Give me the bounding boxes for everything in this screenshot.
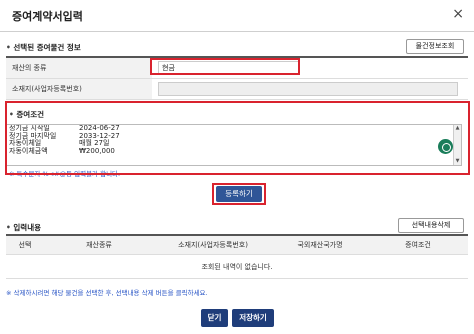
input-content-heading: 입력내용	[6, 222, 41, 233]
column-header: 선택	[18, 241, 32, 249]
input-content-table: 선택 재산종류 소재지(사업자등록번호) 국외재산국가명 증여조건 조회된 내역…	[6, 234, 468, 279]
conditions-highlight	[5, 101, 470, 175]
column-header: 재산종류	[86, 241, 112, 249]
save-button[interactable]: 저장하기	[232, 309, 274, 327]
selected-item-heading: 선택된 증여물건 정보	[6, 42, 80, 53]
property-type-highlight	[150, 58, 300, 75]
property-type-label: 재산의 종류	[6, 58, 152, 78]
column-header: 국외재산국가명	[297, 241, 343, 249]
delete-instruction-note: ※ 삭제하시려면 해당 물건을 선택한 후, 선택내용 삭제 버튼을 클릭하세요…	[6, 289, 208, 297]
column-header: 증여조건	[405, 241, 431, 249]
window-title: 증여계약서입력	[12, 10, 83, 23]
close-icon[interactable]: ×	[452, 6, 464, 22]
column-header: 소재지(사업자등록번호)	[178, 241, 248, 249]
table-header: 선택 재산종류 소재지(사업자등록번호) 국외재산국가명 증여조건	[6, 236, 468, 255]
location-row: 소재지(사업자등록번호)	[6, 79, 468, 100]
close-button[interactable]: 닫기	[201, 309, 228, 327]
item-lookup-button[interactable]: 물건정보조회	[406, 39, 464, 54]
window-title-bar: 증여계약서입력 ×	[0, 0, 474, 32]
empty-result-message: 조회된 내역이 없습니다.	[6, 255, 468, 279]
location-field[interactable]	[158, 82, 458, 96]
location-label: 소재지(사업자등록번호)	[6, 79, 152, 99]
register-button-highlight	[212, 183, 266, 205]
delete-selected-button[interactable]: 선택내용삭제	[398, 218, 464, 233]
